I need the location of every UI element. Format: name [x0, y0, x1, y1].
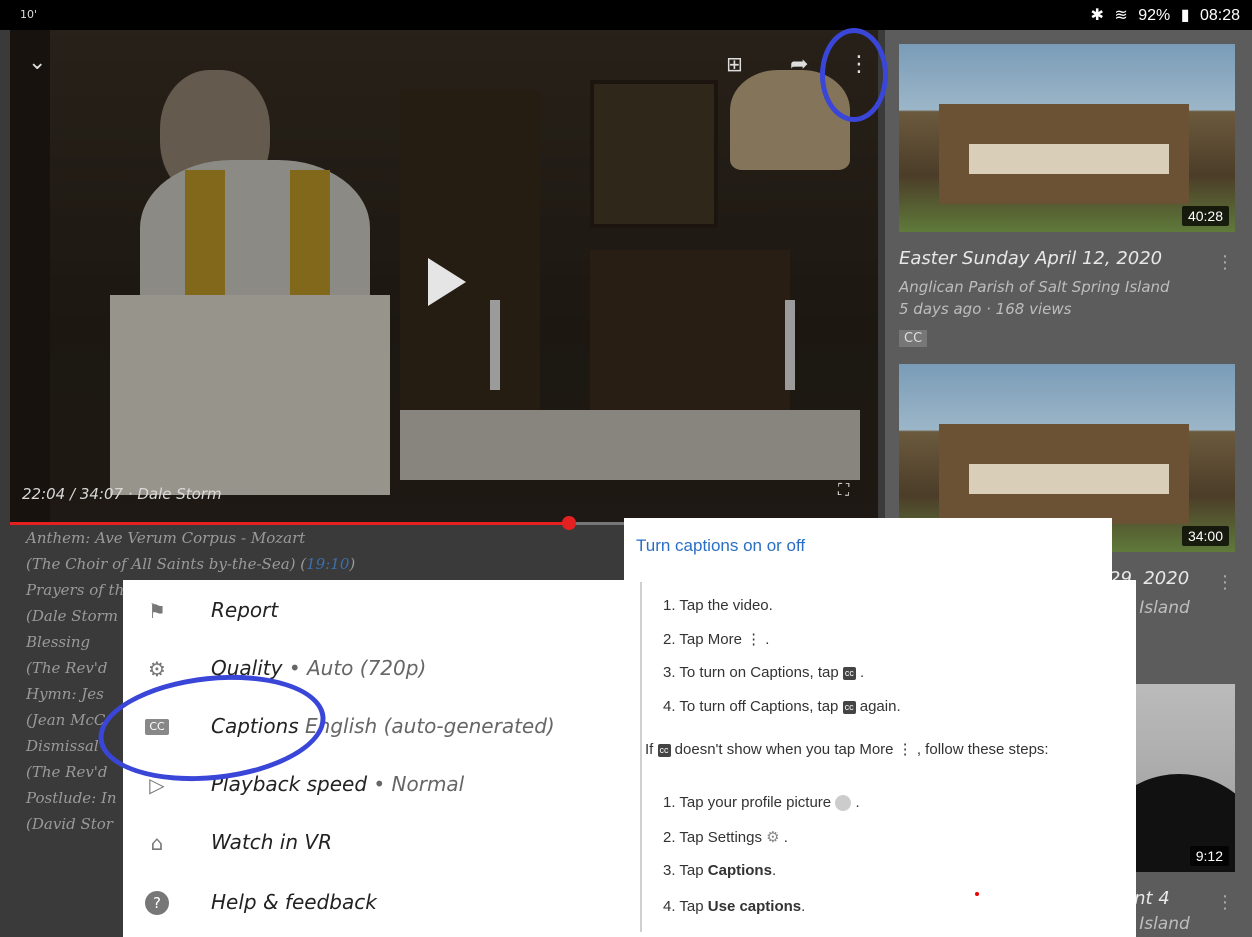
cc-icon: cc — [657, 743, 671, 757]
menu-item-report[interactable]: ⚑ Report — [123, 582, 648, 640]
bluetooth-icon: ✱ — [1090, 7, 1104, 24]
duration-badge: 40:28 — [1181, 206, 1229, 226]
help-step: 2. Tap Settings ⚙ . — [663, 829, 788, 846]
help-note: If cc doesn't show when you tap More ⋮ ,… — [645, 741, 1049, 758]
help-divider — [640, 582, 642, 932]
help-step: 2. Tap More ⋮ . — [663, 631, 770, 648]
fullscreen-icon[interactable]: ⛶ — [838, 480, 849, 500]
cc-badge: CC — [899, 330, 928, 347]
video-player[interactable]: ⌄ ⊞ ➦ ⋮ 22:04 / 34:07 · Dale Storm ⛶ — [10, 30, 878, 525]
help-header: Turn captions on or off — [624, 518, 1112, 580]
related-title[interactable]: Easter Sunday April 12, 2020 — [899, 248, 1162, 269]
collapse-chevron-icon[interactable]: ⌄ — [28, 50, 46, 75]
menu-item-help-feedback[interactable]: ? Help & feedback — [123, 874, 648, 932]
help-step: 1. Tap your profile picture . — [663, 794, 860, 812]
related-meta: 5 days ago · 168 views — [899, 300, 1072, 318]
gear-icon: ⚙ — [766, 829, 780, 846]
video-time: 22:04 / 34:07 · Dale Storm — [22, 485, 222, 503]
red-dot — [975, 892, 979, 896]
flag-icon: ⚑ — [148, 599, 166, 623]
related-channel: Anglican Parish of Salt Spring Island — [899, 278, 1170, 296]
menu-label: Help & feedback — [211, 890, 377, 914]
profile-avatar-icon — [835, 795, 852, 812]
help-step: 3. Tap Captions. — [663, 862, 777, 879]
help-icon: ? — [145, 891, 169, 915]
cc-icon: cc — [842, 700, 856, 714]
annotation-circle-more — [820, 28, 888, 122]
status-bar: 10' ✱ ≋ 92% ▮ 08:28 — [0, 0, 1252, 30]
add-to-playlist-icon[interactable]: ⊞ — [726, 52, 743, 76]
timestamp-link[interactable]: 19:10 — [306, 555, 349, 573]
clock: 08:28 — [1199, 7, 1240, 24]
more-icon[interactable]: ⋮ — [1216, 572, 1234, 593]
battery-icon: ▮ — [1180, 7, 1190, 24]
gear-icon: ⚙ — [148, 657, 166, 681]
desc-line: (The Choir of All Saints by-the-Sea) (19… — [26, 555, 356, 573]
menu-item-watch-in-vr[interactable]: ⌂ Watch in VR — [123, 814, 648, 872]
help-step: 4. Tap Use captions. — [663, 898, 806, 915]
more-icon[interactable]: ⋮ — [1216, 252, 1234, 273]
battery-percent: 92% — [1138, 7, 1171, 24]
duration-badge: 9:12 — [1189, 846, 1229, 866]
menu-label: Watch in VR — [211, 830, 332, 854]
help-step: 1. Tap the video. — [663, 597, 773, 614]
help-step: 4. To turn off Captions, tap cc again. — [663, 698, 901, 715]
menu-label: Report — [211, 598, 279, 622]
desc-line: Anthem: Ave Verum Corpus - Mozart — [26, 529, 306, 547]
help-step: 3. To turn on Captions, tap cc . — [663, 664, 865, 681]
play-icon[interactable] — [428, 258, 466, 306]
cc-icon: cc — [842, 666, 856, 680]
share-icon[interactable]: ➦ — [790, 52, 808, 77]
status-right: ✱ ≋ 92% ▮ 08:28 — [1084, 5, 1240, 25]
status-left-text: 10' — [20, 8, 38, 21]
more-icon[interactable]: ⋮ — [1216, 892, 1234, 913]
menu-label: Playback speed • Normal — [211, 772, 465, 796]
wifi-icon: ≋ — [1114, 7, 1128, 24]
related-thumbnail[interactable]: 40:28 — [899, 44, 1235, 232]
vr-icon: ⌂ — [150, 831, 164, 855]
duration-badge: 34:00 — [1181, 526, 1229, 546]
help-title[interactable]: Turn captions on or off — [636, 536, 805, 556]
